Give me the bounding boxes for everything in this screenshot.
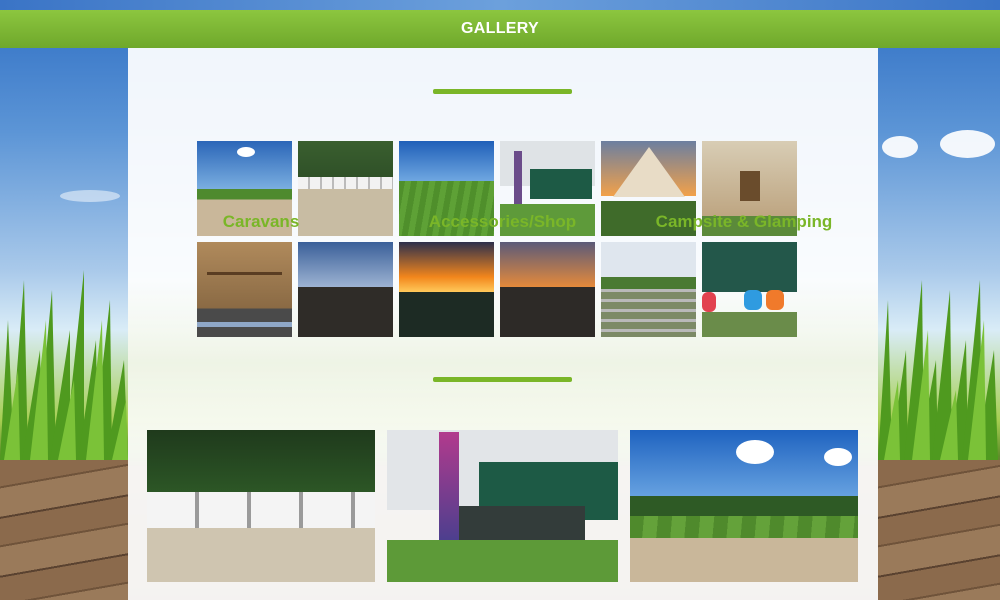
card-caption-accessories-shop[interactable]: Accessories/Shop: [387, 212, 618, 232]
header-bar: GALLERY: [0, 10, 1000, 48]
card-caravans-image[interactable]: [147, 430, 375, 582]
cloud: [60, 190, 120, 202]
grass-right-image: [878, 280, 998, 460]
content-panel: Caravans Accessories/Shop Campsite & Gla…: [128, 48, 878, 600]
card-caption-caravans[interactable]: Caravans: [147, 212, 375, 232]
cloud: [882, 136, 918, 158]
wooden-deck-right: [878, 460, 1000, 600]
gallery-thumbnail-sunset-orange[interactable]: [399, 242, 494, 337]
gallery-thumbnail-camping-chairs[interactable]: [702, 242, 797, 337]
wooden-deck-left: [0, 460, 128, 600]
gallery-thumbnail-sunset-trees[interactable]: [500, 242, 595, 337]
section-divider: [433, 89, 572, 94]
photo-gallery-grid: [197, 141, 797, 337]
gallery-thumbnail-evening-sky[interactable]: [298, 242, 393, 337]
gallery-thumbnail-welcome-sign[interactable]: [197, 242, 292, 337]
grass-left-image: [0, 270, 128, 460]
card-accessories-shop-image[interactable]: [387, 430, 618, 582]
page-title: GALLERY: [461, 20, 539, 37]
cloud: [940, 130, 995, 158]
section-divider: [433, 377, 572, 382]
gallery-thumbnail-gate-field[interactable]: [601, 242, 696, 337]
card-caption-campsite-glamping[interactable]: Campsite & Glamping: [630, 212, 858, 232]
card-campsite-glamping-image[interactable]: [630, 430, 858, 582]
sky-strip: [0, 0, 1000, 10]
